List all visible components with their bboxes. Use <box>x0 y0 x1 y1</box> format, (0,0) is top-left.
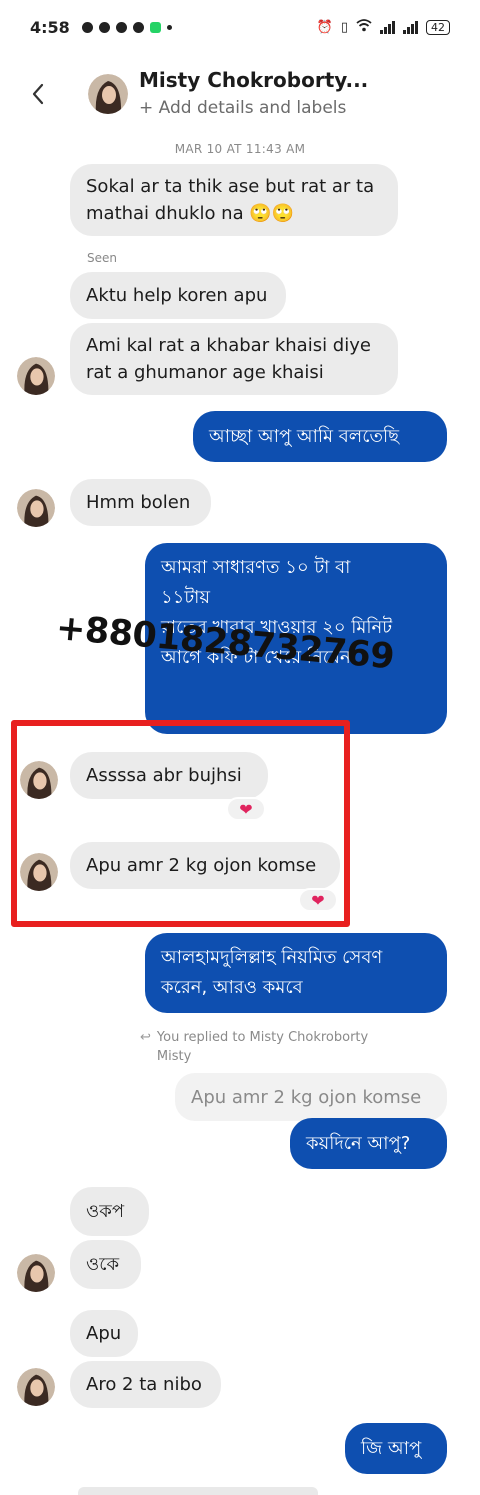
message-bubble[interactable]: Aktu help koren apu <box>70 272 286 319</box>
reply-note: ↩ You replied to Misty Chokroborty Misty <box>140 1028 368 1066</box>
sender-avatar[interactable] <box>17 489 55 527</box>
whatsapp-notification-icon <box>149 21 161 33</box>
sender-avatar[interactable] <box>17 1368 55 1406</box>
contact-avatar[interactable] <box>88 74 128 114</box>
back-button[interactable] <box>22 74 54 114</box>
chat-notification-icon <box>115 21 127 33</box>
wifi-icon <box>356 18 372 36</box>
message-bubble[interactable]: Aro 2 ta nibo <box>70 1361 221 1408</box>
message-text: কয়দিনে আপু? <box>306 1133 411 1154</box>
sender-avatar[interactable] <box>17 357 55 395</box>
message-text: Ami kal rat a khabar khaisi diye rat a g… <box>86 335 371 383</box>
seen-indicator: Seen <box>87 251 117 265</box>
reply-icon: ↩ <box>140 1030 151 1045</box>
messenger-notification-icon <box>81 21 93 33</box>
message-bubble[interactable]: ওকে <box>70 1240 141 1289</box>
snapchat-notification-icon <box>98 21 110 33</box>
alarm-icon: ⏰ <box>316 19 333 35</box>
message-bubble[interactable]: Apu <box>70 1310 138 1357</box>
reply-note-line2: Misty <box>156 1049 192 1064</box>
status-time: 4:58 <box>30 17 70 37</box>
next-message-peek <box>78 1487 318 1495</box>
vibrate-icon: ▯ <box>340 19 348 35</box>
message-text: আচ্ছা আপু আমি বলতেছি <box>209 426 400 447</box>
message-text: Aro 2 ta nibo <box>86 1374 202 1395</box>
youtube-notification-icon <box>132 21 144 33</box>
more-notifications-icon <box>166 24 172 30</box>
message-text: ওকপ <box>86 1201 125 1222</box>
message-bubble[interactable]: কয়দিনে আপু? <box>290 1118 447 1169</box>
highlight-box <box>11 720 350 927</box>
message-bubble[interactable]: আচ্ছা আপু আমি বলতেছি <box>193 411 447 462</box>
message-bubble[interactable]: ওকপ <box>70 1187 149 1236</box>
chat-header: Misty Chokroborty... + Add details and l… <box>0 60 480 132</box>
message-text: আলহামদুলিল্লাহ নিয়মিত সেবণ করেন, আরও কম… <box>161 947 383 998</box>
sender-avatar[interactable] <box>17 1254 55 1292</box>
signal-icon-1 <box>380 20 395 34</box>
message-text: Sokal ar ta thik ase but rat ar ta matha… <box>86 176 375 224</box>
message-bubble[interactable]: Ami kal rat a khabar khaisi diye rat a g… <box>70 323 398 395</box>
message-bubble[interactable]: আলহামদুলিল্লাহ নিয়মিত সেবণ করেন, আরও কম… <box>145 933 447 1013</box>
add-details-link[interactable]: + Add details and labels <box>139 98 346 118</box>
chevron-left-icon <box>32 83 44 105</box>
message-text: জি আপু <box>361 1438 422 1459</box>
notification-icons <box>81 21 172 33</box>
message-bubble[interactable]: Hmm bolen <box>70 479 211 526</box>
signal-icon-2 <box>403 20 418 34</box>
contact-name[interactable]: Misty Chokroborty... <box>139 68 368 92</box>
message-text: ওকে <box>86 1254 120 1275</box>
message-timestamp: MAR 10 AT 11:43 AM <box>174 142 306 156</box>
system-status-icons: ⏰ ▯ 42 <box>316 18 450 36</box>
reply-note-line1: You replied to Misty Chokroborty <box>156 1030 369 1045</box>
message-bubble[interactable]: জি আপু <box>345 1423 447 1474</box>
message-bubble[interactable]: Sokal ar ta thik ase but rat ar ta matha… <box>70 164 398 236</box>
status-bar: 4:58 ⏰ ▯ 42 <box>0 0 480 54</box>
message-text: Aktu help koren apu <box>86 285 268 306</box>
message-text: Hmm bolen <box>86 492 191 513</box>
message-text: Apu <box>86 1323 122 1344</box>
quoted-message[interactable]: Apu amr 2 kg ojon komse <box>175 1073 447 1121</box>
quoted-text: Apu amr 2 kg ojon komse <box>191 1086 422 1108</box>
battery-icon: 42 <box>426 19 450 35</box>
